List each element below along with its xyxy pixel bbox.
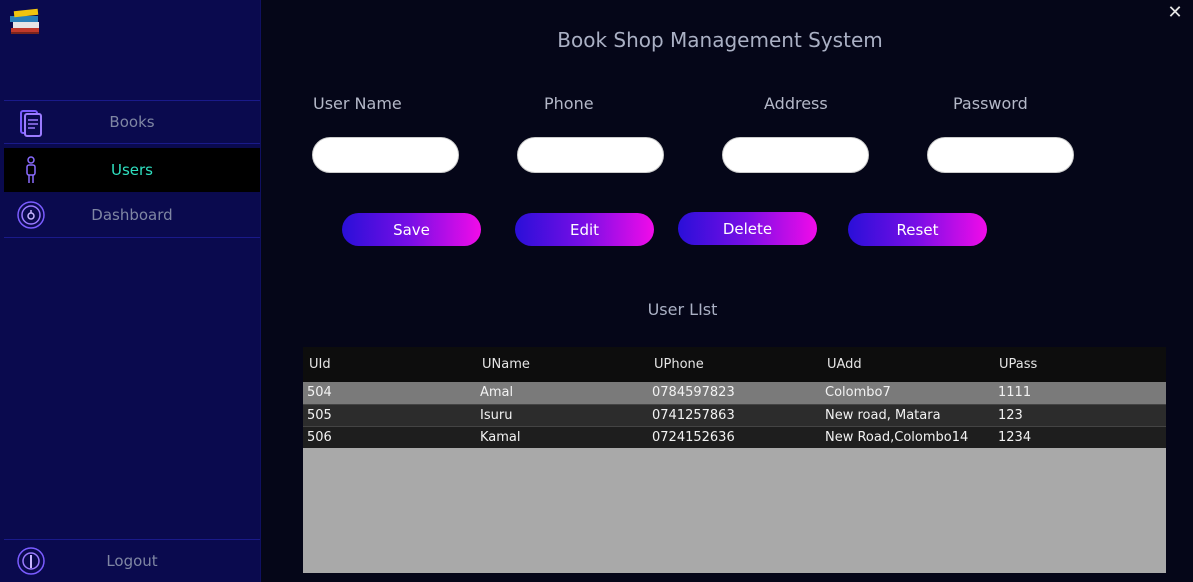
user-list-title: User LIst — [647, 300, 718, 319]
sidebar-item-label: Dashboard — [91, 206, 173, 224]
column-header[interactable]: UName — [482, 357, 530, 372]
table-cell: 505 — [307, 408, 332, 423]
column-header[interactable]: UPass — [999, 357, 1037, 372]
page-title: Book Shop Management System — [557, 28, 883, 52]
sidebar-item-books[interactable]: Books — [4, 100, 260, 144]
password-input[interactable] — [927, 137, 1074, 173]
table-row[interactable]: 506 Kamal 0724152636 New Road,Colombo14 … — [303, 426, 1166, 448]
table-cell: New Road,Colombo14 — [825, 430, 969, 445]
table-cell: New road, Matara — [825, 408, 941, 423]
edit-button[interactable]: Edit — [515, 213, 654, 246]
table-row[interactable]: 504 Amal 0784597823 Colombo7 1111 — [303, 382, 1166, 404]
table-cell: 1111 — [998, 385, 1032, 400]
table-cell: 1234 — [998, 430, 1032, 445]
user-name-input[interactable] — [312, 137, 459, 173]
table-cell: 506 — [307, 430, 332, 445]
books-stack-logo — [8, 6, 42, 38]
column-header[interactable]: UAdd — [827, 357, 862, 372]
delete-button[interactable]: Delete — [678, 212, 817, 245]
column-header[interactable]: UId — [309, 357, 331, 372]
save-button[interactable]: Save — [342, 213, 481, 246]
reset-button[interactable]: Reset — [848, 213, 987, 246]
password-label: Password — [953, 94, 1028, 113]
sidebar-item-label: Users — [110, 161, 153, 179]
table-header: UId UName UPhone UAdd UPass — [303, 347, 1166, 382]
sidebar-item-users[interactable]: Users — [4, 148, 260, 192]
table-cell: Colombo7 — [825, 385, 891, 400]
address-input[interactable] — [722, 137, 869, 173]
table-row[interactable]: 505 Isuru 0741257863 New road, Matara 12… — [303, 404, 1166, 426]
table-cell: Amal — [480, 385, 514, 400]
table-cell: 123 — [998, 408, 1023, 423]
user-name-label: User Name — [313, 94, 402, 113]
sidebar-item-label: Books — [109, 113, 155, 131]
phone-label: Phone — [544, 94, 594, 113]
table-cell: 504 — [307, 385, 332, 400]
sidebar-item-dashboard[interactable]: Dashboard — [4, 194, 260, 238]
phone-input[interactable] — [517, 137, 664, 173]
address-label: Address — [764, 94, 828, 113]
close-icon[interactable]: ✕ — [1165, 3, 1185, 23]
table-cell: 0784597823 — [652, 385, 735, 400]
column-header[interactable]: UPhone — [654, 357, 704, 372]
logout-button[interactable]: Logout — [4, 539, 260, 582]
sidebar: Books Users Dashboard Logout — [0, 0, 261, 582]
table-cell: Kamal — [480, 430, 521, 445]
table-cell: 0724152636 — [652, 430, 735, 445]
user-table[interactable]: UId UName UPhone UAdd UPass 504 Amal 078… — [303, 347, 1166, 573]
logout-label: Logout — [106, 552, 158, 570]
table-cell: 0741257863 — [652, 408, 735, 423]
table-cell: Isuru — [480, 408, 513, 423]
